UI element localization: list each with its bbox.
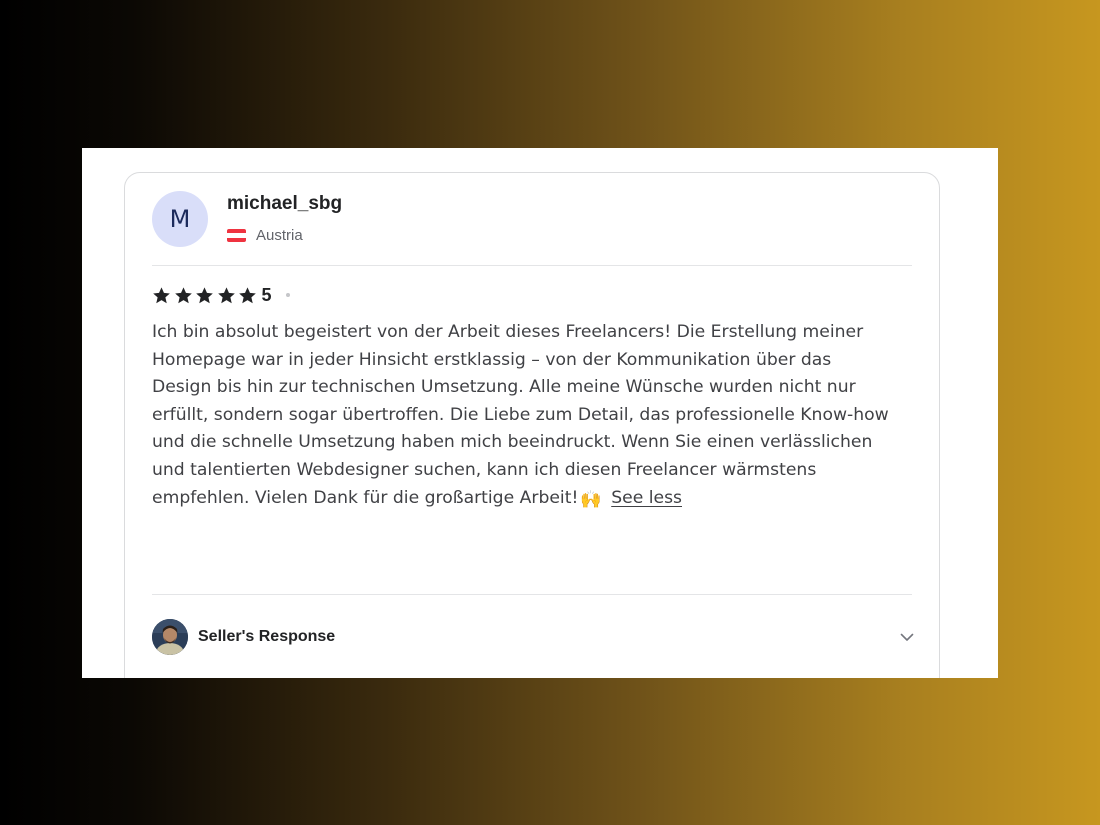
rating-value: 5 xyxy=(261,284,272,305)
reviewer-avatar: M xyxy=(152,191,208,247)
seller-response-toggle[interactable]: Seller's Response xyxy=(152,617,915,657)
reviewer-country: Austria xyxy=(227,227,303,244)
see-less-link[interactable]: See less xyxy=(611,488,682,508)
star-icon xyxy=(196,286,213,303)
country-name: Austria xyxy=(256,227,303,244)
star-icon xyxy=(217,286,235,303)
header-divider xyxy=(152,265,912,266)
star-rating: 5 xyxy=(152,283,290,307)
review-card: M michael_sbg Austria 5 Ich bin absolut … xyxy=(124,172,940,678)
seller-response-label: Seller's Response xyxy=(198,628,336,645)
star-icon xyxy=(174,286,192,303)
raising-hands-emoji: 🙌 xyxy=(580,489,602,510)
chevron-down-icon[interactable] xyxy=(899,629,915,645)
response-divider xyxy=(152,594,912,595)
review-line: Homepage war in jeder Hinsicht erstklass… xyxy=(152,349,832,370)
star-icon xyxy=(239,286,256,303)
reviewer-username[interactable]: michael_sbg xyxy=(227,193,342,215)
review-line: erfüllt, sondern sogar übertroffen. Die … xyxy=(152,404,889,425)
austria-flag-icon xyxy=(227,229,246,242)
review-line-text: empfehlen. Vielen Dank für die großartig… xyxy=(152,487,579,508)
review-text: Ich bin absolut begeistert von der Arbei… xyxy=(152,319,924,514)
review-line: und die schnelle Umsetzung haben mich be… xyxy=(152,432,873,453)
rating-stars xyxy=(152,286,260,305)
review-line: und talentierten Webdesigner suchen, kan… xyxy=(152,459,817,480)
review-panel: M michael_sbg Austria 5 Ich bin absolut … xyxy=(82,148,998,678)
review-line-last: empfehlen. Vielen Dank für die großartig… xyxy=(152,485,924,515)
review-line: Ich bin absolut begeistert von der Arbei… xyxy=(152,322,864,342)
star-icon xyxy=(153,286,170,303)
separator-dot xyxy=(285,293,290,297)
flag-stripe xyxy=(227,237,246,242)
seller-avatar xyxy=(152,619,188,655)
review-line: Design bis hin zur technischen Umsetzung… xyxy=(152,377,856,398)
